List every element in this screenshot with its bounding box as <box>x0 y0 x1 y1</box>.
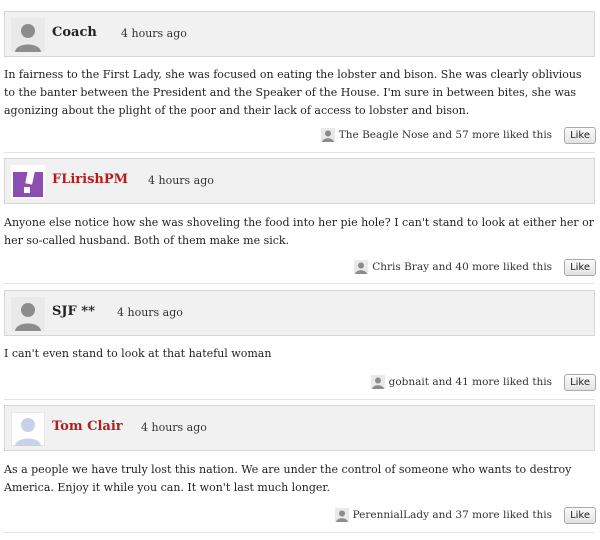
default-silhouette-icon[interactable] <box>11 297 45 331</box>
comment-text: In fairness to the First Lady, she was f… <box>4 68 582 117</box>
comment-header: Tom Clair 4 hours ago <box>4 405 595 451</box>
comment-text: Anyone else notice how she was shoveling… <box>4 216 595 247</box>
comment-text: I can't even stand to look at that hatef… <box>4 347 272 360</box>
likes-row: PerennialLady and 37 more liked this Lik… <box>334 506 596 524</box>
liker-avatar-icon <box>334 508 349 522</box>
default-silhouette-icon[interactable] <box>11 18 45 52</box>
comment-divider <box>4 532 595 533</box>
like-button[interactable]: Like <box>564 506 596 524</box>
liker-avatar-icon <box>320 128 335 142</box>
liked-by-text[interactable]: The Beagle Nose and 57 more liked this <box>339 129 552 141</box>
like-button[interactable]: Like <box>564 373 596 391</box>
like-button[interactable]: Like <box>564 126 596 144</box>
comment-divider <box>4 399 595 400</box>
comment-timestamp: 4 hours ago <box>141 421 207 434</box>
comment-timestamp: 4 hours ago <box>148 174 214 187</box>
likes-row: Chris Bray and 40 more liked this Like <box>354 258 596 276</box>
likes-row: The Beagle Nose and 57 more liked this L… <box>320 126 596 144</box>
liker-avatar-icon <box>354 260 369 274</box>
purple-exclamation-avatar-icon[interactable] <box>11 165 45 199</box>
likes-row: gobnait and 41 more liked this Like <box>370 373 596 391</box>
comment-divider <box>4 152 595 153</box>
comment-divider <box>4 283 595 284</box>
comment-text: As a people we have truly lost this nati… <box>4 463 572 494</box>
facebook-default-avatar-icon[interactable] <box>11 412 45 446</box>
comment-header: FLirishPM 4 hours ago <box>4 158 595 204</box>
liked-by-text[interactable]: Chris Bray and 40 more liked this <box>372 261 552 273</box>
liker-avatar-icon <box>370 375 385 389</box>
comment-author[interactable]: Tom Clair <box>52 419 123 434</box>
comment-author[interactable]: SJF ** <box>52 304 95 319</box>
liked-by-text[interactable]: PerennialLady and 37 more liked this <box>353 509 552 521</box>
liked-by-text[interactable]: gobnait and 41 more liked this <box>389 376 552 388</box>
comment-header: SJF ** 4 hours ago <box>4 290 595 336</box>
comment-timestamp: 4 hours ago <box>117 306 183 319</box>
comment-header: Coach 4 hours ago <box>4 11 595 57</box>
comment-author[interactable]: Coach <box>52 25 97 40</box>
comment-timestamp: 4 hours ago <box>121 27 187 40</box>
like-button[interactable]: Like <box>564 258 596 276</box>
comment-author[interactable]: FLirishPM <box>52 172 128 187</box>
